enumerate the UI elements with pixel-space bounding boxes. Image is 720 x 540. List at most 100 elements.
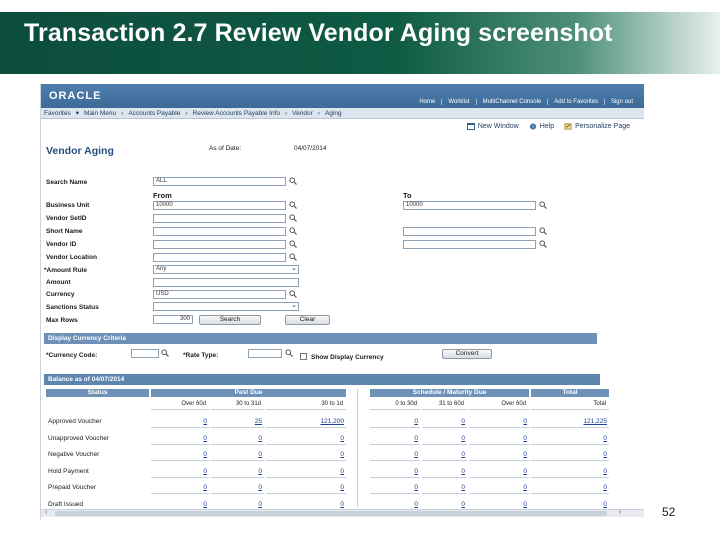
grid-cell-link[interactable]: 0 <box>531 433 609 445</box>
grid-cell-link[interactable]: 25 <box>211 416 264 428</box>
max-rows-field[interactable]: 300 <box>153 315 193 324</box>
grid-cell-link[interactable]: 0 <box>531 482 609 494</box>
search-icon[interactable] <box>289 240 297 248</box>
short-name-to-field[interactable] <box>403 227 536 236</box>
search-button[interactable]: Search <box>199 315 261 325</box>
search-icon[interactable] <box>289 214 297 222</box>
grid-cell-link[interactable]: 0 <box>151 416 209 428</box>
vendor-location-field[interactable] <box>153 253 286 262</box>
scroll-right-icon[interactable]: › <box>619 509 621 516</box>
search-icon[interactable] <box>289 290 297 298</box>
grid-cell-link[interactable]: 121,225 <box>531 416 609 428</box>
schedule-column-header: Schedule / Maturity Due <box>370 389 529 397</box>
currency-code-field[interactable] <box>131 349 159 358</box>
grid-sub-header: 0 to 30d <box>370 399 420 410</box>
grid-row-status: Unapproved Voucher <box>48 434 110 442</box>
grid-cell-link[interactable]: 0 <box>266 449 346 461</box>
grid-cell-link[interactable]: 0 <box>151 449 209 461</box>
search-icon[interactable] <box>289 201 297 209</box>
grid-cell-link[interactable]: 0 <box>422 466 467 478</box>
convert-button[interactable]: Convert <box>442 349 492 359</box>
search-icon[interactable] <box>289 253 297 261</box>
grid-cell-link[interactable]: 0 <box>151 482 209 494</box>
grid-cell-link[interactable]: 0 <box>422 482 467 494</box>
sign-out-link[interactable]: Sign out <box>603 99 639 105</box>
grid-cell-link[interactable]: 0 <box>211 449 264 461</box>
multichannel-console-link[interactable]: MultiChannel Console <box>475 99 548 105</box>
grid-cell-link[interactable]: 0 <box>370 416 420 428</box>
clear-button[interactable]: Clear <box>285 315 330 325</box>
as-of-date-value: 04/07/2014 <box>294 145 327 152</box>
worklist-link[interactable]: Worklist <box>441 99 475 105</box>
grid-cell-link[interactable]: 0 <box>151 433 209 445</box>
search-icon[interactable] <box>285 349 293 357</box>
vendor-setid-label: Vendor SetID <box>46 215 87 222</box>
home-link[interactable]: Home <box>413 99 441 105</box>
grid-cell-link[interactable]: 0 <box>422 449 467 461</box>
vendor-setid-field[interactable] <box>153 214 286 223</box>
grid-cell-link[interactable]: 0 <box>370 433 420 445</box>
breadcrumb-accounts-payable[interactable]: Accounts Payable <box>128 110 180 117</box>
grid-cell-link[interactable]: 0 <box>422 433 467 445</box>
grid-cell-link[interactable]: 0 <box>370 466 420 478</box>
show-display-currency-checkbox[interactable] <box>300 353 307 360</box>
grid-cell-link[interactable]: 0 <box>151 466 209 478</box>
rate-type-field[interactable] <box>248 349 282 358</box>
business-unit-to-field[interactable]: 10000 <box>403 201 536 210</box>
grid-cell-link[interactable]: 0 <box>370 449 420 461</box>
grid-sub-header: 30 to 31d <box>211 399 264 410</box>
scrollbar-thumb[interactable] <box>55 511 607 516</box>
business-unit-label: Business Unit <box>46 202 90 209</box>
horizontal-scrollbar[interactable]: ‹ › <box>41 509 644 517</box>
personalize-page-link[interactable]: Personalize Page <box>564 123 630 130</box>
grid-cell-link[interactable]: 0 <box>531 449 609 461</box>
amount-field[interactable] <box>153 278 299 287</box>
search-icon[interactable] <box>289 227 297 235</box>
scroll-left-icon[interactable]: ‹ <box>45 509 47 516</box>
breadcrumb-review-ap-info[interactable]: Review Accounts Payable Info <box>193 110 280 117</box>
breadcrumb-vendor[interactable]: Vendor <box>292 110 313 117</box>
breadcrumb-favorites[interactable]: Favorites <box>44 110 71 117</box>
search-icon[interactable] <box>289 177 297 185</box>
breadcrumb-main-menu[interactable]: Main Menu <box>84 110 116 117</box>
grid-cell-link[interactable]: 0 <box>211 466 264 478</box>
grid-cell-link[interactable]: 0 <box>469 433 529 445</box>
grid-cell-link[interactable]: 0 <box>469 416 529 428</box>
grid-cell-link[interactable]: 0 <box>266 433 346 445</box>
help-link[interactable]: ? Help <box>529 123 554 130</box>
grid-cell-link[interactable]: 121,200 <box>266 416 346 428</box>
grid-row-status: Negative Voucher <box>48 451 100 458</box>
grid-sub-header: 31 to 60d <box>422 399 467 410</box>
grid-cell-link[interactable]: 0 <box>469 449 529 461</box>
search-icon[interactable] <box>539 201 547 209</box>
grid-cell-link[interactable]: 0 <box>211 433 264 445</box>
search-icon[interactable] <box>161 349 169 357</box>
search-name-field[interactable]: ALL <box>153 177 286 186</box>
search-icon[interactable] <box>539 240 547 248</box>
grid-cell-link[interactable]: 0 <box>211 482 264 494</box>
new-window-link[interactable]: New Window <box>466 123 519 130</box>
slide-number: 52 <box>662 505 676 519</box>
grid-cell-link[interactable]: 0 <box>469 482 529 494</box>
grid-cell-link[interactable]: 0 <box>370 482 420 494</box>
short-name-from-field[interactable] <box>153 227 286 236</box>
balance-section-header: Balance as of 04/07/2014 <box>44 374 600 385</box>
business-unit-from-field[interactable]: 10000 <box>153 201 286 210</box>
vendor-id-to-field[interactable] <box>403 240 536 249</box>
chevron-right-icon: › <box>317 109 320 117</box>
grid-cell-link[interactable]: 0 <box>422 416 467 428</box>
grid-cell-link[interactable]: 0 <box>531 466 609 478</box>
add-to-favorites-link[interactable]: Add to Favorites <box>547 99 604 105</box>
amount-rule-select[interactable]: Any <box>153 265 299 274</box>
grid-cell-link[interactable]: 0 <box>266 466 346 478</box>
sanctions-status-label: Sanctions Status <box>46 304 99 311</box>
grid-cell-link[interactable]: 0 <box>469 466 529 478</box>
grid-sub-header: Over 60d <box>151 399 209 410</box>
search-icon[interactable] <box>539 227 547 235</box>
to-label: To <box>403 191 412 200</box>
vendor-id-from-field[interactable] <box>153 240 286 249</box>
currency-field[interactable]: USD <box>153 290 286 299</box>
grid-cell-link[interactable]: 0 <box>266 482 346 494</box>
sanctions-status-select[interactable] <box>153 302 299 311</box>
breadcrumb-aging[interactable]: Aging <box>325 110 342 117</box>
